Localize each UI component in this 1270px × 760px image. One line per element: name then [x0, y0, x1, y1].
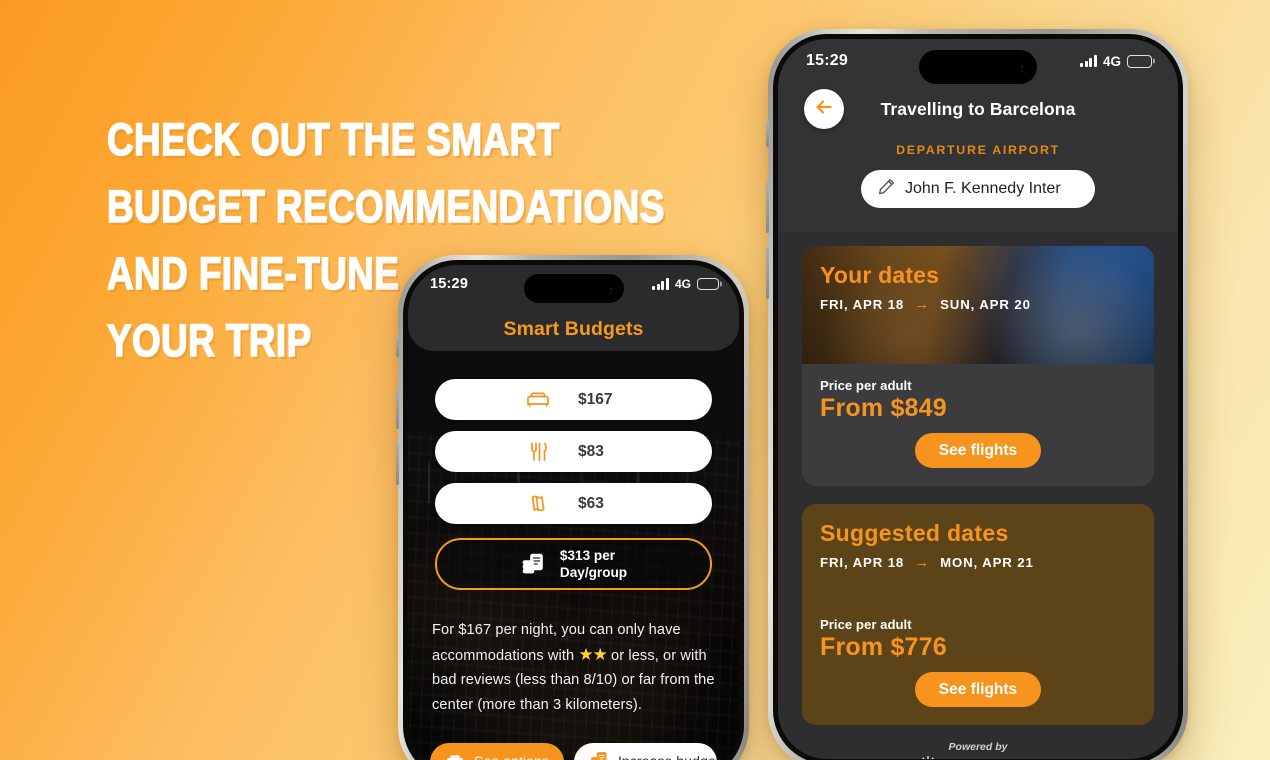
price-label: Price per adult — [820, 378, 912, 393]
date-to: SUN, APR 20 — [940, 297, 1031, 312]
departure-airport-input[interactable]: John F. Kennedy Inter — [861, 170, 1095, 208]
card-date-range: FRI, APR 18 → MON, APR 21 — [820, 554, 1136, 571]
powered-by-label: Powered by — [948, 741, 1008, 753]
total-line-1: $313 per — [559, 548, 616, 563]
total-budget-button[interactable]: $313 per Day/group — [435, 538, 712, 590]
date-to: MON, APR 21 — [940, 555, 1034, 570]
dynamic-island — [919, 50, 1037, 84]
back-button[interactable] — [804, 89, 844, 129]
skyscanner-wordmark: Skyscanner — [944, 756, 1038, 759]
status-time: 15:29 — [430, 276, 469, 292]
price-value: From $776 — [820, 633, 947, 661]
powered-by-block: Powered by Skyscanner — [802, 741, 1154, 759]
dynamic-island — [523, 274, 624, 303]
network-type-label: 4G — [674, 277, 691, 291]
signal-bars-icon — [1080, 55, 1097, 67]
receipt-icon — [589, 750, 609, 760]
date-from: FRI, APR 18 — [820, 297, 905, 312]
headline-line-1: Check out the smart — [106, 113, 560, 166]
card-title: Your dates — [820, 262, 940, 288]
phone-right-bezel: 15:29 4G Travelling to Barcelona DEPARTU… — [773, 34, 1183, 760]
page-title: Travelling to Barcelona — [880, 98, 1076, 119]
status-indicators: 4G — [652, 277, 719, 291]
budget-amount: $167 — [578, 390, 613, 408]
your-dates-card[interactable]: Your dates FRI, APR 18 → SUN, APR 20 Pri… — [802, 246, 1154, 486]
phone-left-bezel: 15:29 4G Smart Budgets $167 $83 $63 $313… — [403, 260, 744, 760]
star-rating-icon: ★★ — [578, 644, 608, 664]
bed-icon — [445, 750, 465, 760]
increase-budget-button[interactable]: Increase budget t — [573, 743, 717, 760]
price-value: From $849 — [820, 394, 947, 422]
suggested-dates-card[interactable]: Suggested dates FRI, APR 18 → MON, APR 2… — [802, 504, 1154, 725]
volume-down-button[interactable] — [396, 443, 399, 485]
budget-amount: $83 — [578, 442, 604, 460]
battery-icon — [1127, 54, 1152, 68]
front-camera-dot — [1021, 66, 1023, 68]
phone-mockup-right: 15:29 4G Travelling to Barcelona DEPARTU… — [766, 29, 1188, 760]
card-date-range: FRI, APR 18 → SUN, APR 20 — [820, 296, 1136, 313]
silence-switch[interactable] — [396, 335, 399, 357]
budget-amount: $63 — [578, 494, 604, 512]
budget-row-activities[interactable]: $63 — [435, 483, 712, 524]
nav-row: Travelling to Barcelona — [778, 83, 1178, 135]
see-options-button[interactable]: See options — [430, 743, 564, 760]
bed-icon — [525, 387, 551, 413]
budget-row-accommodation[interactable]: $167 — [435, 379, 712, 420]
phone-right-screen: 15:29 4G Travelling to Barcelona DEPARTU… — [778, 39, 1178, 759]
flight-cards-list: Your dates FRI, APR 18 → SUN, APR 20 Pri… — [778, 232, 1178, 759]
phone-mockup-left: 15:29 4G Smart Budgets $167 $83 $63 $313… — [396, 255, 749, 760]
arrow-right-icon: → — [914, 554, 931, 571]
cutlery-icon — [525, 439, 551, 465]
front-camera-dot — [609, 287, 612, 290]
volume-up-button[interactable] — [396, 387, 399, 429]
skyscanner-brand: Skyscanner — [802, 755, 1154, 759]
date-from: FRI, APR 18 — [820, 555, 905, 570]
status-time: 15:29 — [806, 52, 848, 69]
card-title: Suggested dates — [820, 520, 1009, 546]
arrow-right-icon: → — [914, 296, 931, 313]
headline-line-2: budget recommendations — [106, 180, 665, 233]
departure-airport-label: DEPARTURE AIRPORT — [896, 143, 1060, 157]
increase-budget-label: Increase budget t — [618, 754, 717, 760]
signal-bars-icon — [652, 278, 669, 290]
pencil-icon — [877, 177, 896, 201]
departure-airport-value: John F. Kennedy Inter — [905, 180, 1061, 197]
price-label: Price per adult — [820, 617, 912, 632]
page-title: Smart Budgets — [503, 317, 644, 340]
arrow-left-icon — [813, 96, 835, 123]
total-line-2: Day/group — [559, 565, 628, 580]
network-type-label: 4G — [1102, 53, 1121, 69]
budget-description: For $167 per night, you can only have ac… — [408, 618, 739, 717]
battery-icon — [697, 278, 719, 290]
total-budget-label: $313 per Day/group — [560, 547, 627, 581]
budget-row-food[interactable]: $83 — [435, 431, 712, 472]
phone-left-screen: 15:29 4G Smart Budgets $167 $83 $63 $313… — [408, 265, 739, 760]
budget-list: $167 $83 $63 $313 per Day/group — [408, 379, 739, 590]
budget-action-bar: See options Increase budget t — [408, 743, 739, 760]
volume-down-button[interactable] — [766, 247, 769, 299]
silence-switch[interactable] — [766, 121, 769, 147]
see-options-label: See options — [474, 754, 549, 760]
volume-up-button[interactable] — [766, 181, 769, 233]
see-flights-button[interactable]: See flights — [914, 433, 1042, 468]
status-indicators: 4G — [1080, 54, 1152, 69]
receipt-icon — [520, 551, 546, 577]
card-hero-image: Your dates FRI, APR 18 → SUN, APR 20 — [802, 246, 1154, 364]
see-flights-button[interactable]: See flights — [914, 672, 1042, 707]
card-body: Price per adult From $849 See flights — [802, 364, 1154, 486]
ticket-icon — [525, 491, 551, 517]
sun-burst-icon — [918, 755, 938, 759]
